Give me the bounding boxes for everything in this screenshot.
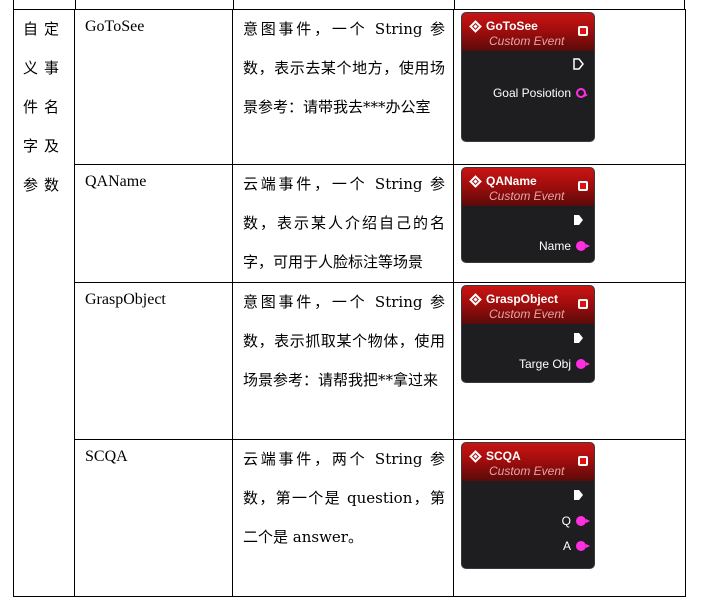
table-row: SCQA 云端事件，两个 String 参数，第一个是 question，第二个… [14, 439, 686, 597]
string-pin-icon [576, 241, 590, 251]
blueprint-node-cell: SCQA Custom Event Q A [453, 439, 686, 597]
string-pin-icon [576, 541, 590, 551]
blueprint-node: SCQA Custom Event Q A [462, 443, 594, 568]
exec-pin-icon [574, 333, 583, 343]
output-pin: Name [538, 239, 590, 253]
row-label-line: 件名 [22, 98, 65, 116]
blueprint-node: GoToSee Custom Event Goal Posiotion [462, 13, 594, 141]
node-header: QAName Custom Event [462, 168, 594, 206]
row-label-cell: 自定 义事 件名 字及 参数 [13, 9, 75, 597]
node-title: QAName [486, 174, 537, 188]
pin-label: A [562, 539, 571, 553]
output-pin: A [562, 539, 590, 553]
event-name: GraspObject [74, 282, 233, 440]
event-description: 云端事件，一个 String 参数，表示某人介绍自己的名字，可用于人脸标注等场景 [232, 164, 454, 283]
string-pin-icon [576, 88, 588, 98]
blueprint-node-cell: GoToSee Custom Event Goal Posiotion [453, 9, 686, 165]
string-pin-icon [576, 516, 590, 526]
event-description: 云端事件，两个 String 参数，第一个是 question，第二个是 ans… [232, 439, 454, 597]
output-pin: Q [561, 514, 590, 528]
pin-label: Q [561, 514, 571, 528]
delegate-pin-icon [578, 299, 588, 309]
row-label-line: 自定 [22, 20, 65, 38]
node-subtitle: Custom Event [489, 464, 565, 478]
diamond-icon [469, 175, 482, 188]
delegate-pin-icon [578, 456, 588, 466]
node-header: SCQA Custom Event [462, 443, 594, 481]
pin-label: Targe Obj [518, 357, 571, 371]
delegate-pin-icon [578, 26, 588, 36]
node-subtitle: Custom Event [489, 307, 565, 321]
diamond-icon [469, 293, 482, 306]
table-row: 自定 义事 件名 字及 参数 GoToSee 意图事件，一个 String 参数… [13, 9, 686, 597]
blueprint-node: QAName Custom Event Name [462, 168, 594, 262]
exec-pin-icon [573, 58, 584, 70]
diamond-icon [469, 450, 482, 463]
blueprint-node-cell: QAName Custom Event Name [453, 164, 686, 283]
exec-pin-icon [574, 215, 583, 225]
blueprint-node: GraspObject Custom Event Targe Obj [462, 286, 594, 382]
node-subtitle: Custom Event [489, 34, 565, 48]
node-title: GoToSee [486, 19, 538, 33]
custom-event-table: 自定 义事 件名 字及 参数 GoToSee 意图事件，一个 String 参数… [13, 9, 686, 597]
table-row: QAName 云端事件，一个 String 参数，表示某人介绍自己的名字，可用于… [14, 164, 686, 283]
diamond-icon [469, 20, 482, 33]
row-label-line: 字及 [22, 137, 65, 155]
table-row: GraspObject 意图事件，一个 String 参数，表示抓取某个物体，使… [14, 282, 686, 440]
event-name: GoToSee [74, 9, 233, 165]
pin-label: Name [538, 239, 571, 253]
event-name: QAName [74, 164, 233, 283]
blueprint-node-cell: GraspObject Custom Event Targe Obj [453, 282, 686, 440]
event-description: 意图事件，一个 String 参数，表示去某个地方，使用场景参考：请带我去***… [232, 9, 454, 165]
node-title: GraspObject [486, 292, 559, 306]
node-header: GoToSee Custom Event [462, 13, 594, 51]
exec-pin-icon [574, 490, 583, 500]
node-subtitle: Custom Event [489, 189, 565, 203]
node-header: GraspObject Custom Event [462, 286, 594, 324]
row-label-line: 义事 [22, 59, 65, 77]
output-pin: Targe Obj [518, 357, 590, 371]
event-name: SCQA [74, 439, 233, 597]
event-description: 意图事件，一个 String 参数，表示抓取某个物体，使用场景参考：请帮我把**… [232, 282, 454, 440]
object-pin-icon [576, 359, 590, 369]
output-pin: Goal Posiotion [492, 86, 588, 100]
delegate-pin-icon [578, 181, 588, 191]
row-label-line: 参数 [22, 176, 65, 194]
node-title: SCQA [486, 449, 521, 463]
pin-label: Goal Posiotion [492, 86, 571, 100]
